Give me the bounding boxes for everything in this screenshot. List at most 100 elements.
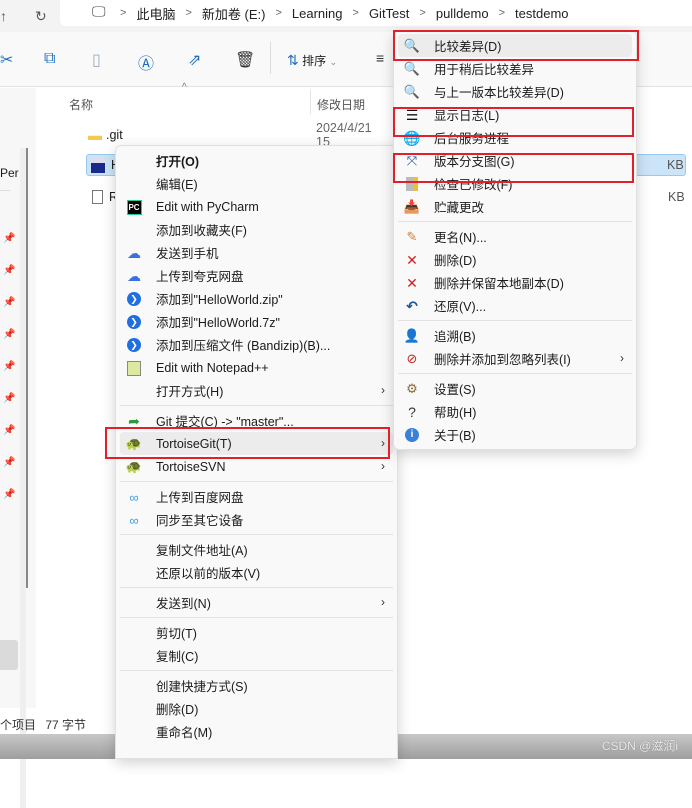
menu-item[interactable]: 剪切(T): [120, 621, 393, 644]
menu-item[interactable]: ❯ 添加到压缩文件 (Bandizip)(B)...: [120, 333, 393, 356]
pin-icon: 📌: [3, 393, 16, 404]
menu-item[interactable]: 还原以前的版本(V): [120, 561, 393, 584]
menu-item[interactable]: 🔍 比较差异(D): [398, 34, 632, 57]
menu-item[interactable]: ⊘ 删除并添加到忽略列表(I) ›: [398, 347, 632, 370]
menu-separator: [120, 481, 393, 482]
breadcrumb-item[interactable]: testdemo: [515, 6, 568, 21]
pin-icon: 📌: [3, 457, 16, 468]
nav-scrollbar[interactable]: [20, 148, 28, 808]
refresh-icon[interactable]: ↻: [35, 8, 47, 25]
menu-item[interactable]: Edit with Notepad++: [120, 356, 393, 379]
pin-icon: 📌: [3, 233, 16, 244]
breadcrumb-item[interactable]: Learning: [292, 6, 343, 21]
menu-item[interactable]: 打开(O): [120, 149, 393, 172]
menu-item[interactable]: 🐢 TortoiseGit(T) ›: [120, 432, 393, 455]
menu-item[interactable]: ❯ 添加到"HelloWorld.zip": [120, 287, 393, 310]
navigation-pane: Per 📌 📌 📌 📌 📌 📌 📌 📌 📌: [0, 88, 36, 808]
rename-icon[interactable]: Ⓐ: [138, 50, 154, 74]
file-size: KB: [668, 190, 685, 204]
menu-item[interactable]: 复制文件地址(A): [120, 538, 393, 561]
nav-item-label[interactable]: Per: [0, 166, 19, 180]
menu-item-label: 追溯(B): [434, 330, 476, 344]
delete-icon: ✕: [406, 274, 418, 291]
menu-item[interactable]: 👤 追溯(B): [398, 324, 632, 347]
menu-item[interactable]: 打开方式(H) ›: [120, 379, 393, 402]
tortoisegit-icon: 🐢: [125, 436, 143, 451]
menu-item[interactable]: i 关于(B): [398, 423, 632, 446]
menu-item-label: 添加到压缩文件 (Bandizip)(B)...: [156, 339, 331, 353]
menu-item[interactable]: ❯ 添加到"HelloWorld.7z": [120, 310, 393, 333]
menu-item-label: 复制(C): [156, 650, 199, 664]
chevron-down-icon: ⌄: [329, 57, 337, 67]
menu-item-label: TortoiseSVN: [156, 459, 226, 474]
menu-separator: [120, 405, 393, 406]
menu-item[interactable]: ✕ 删除(D): [398, 248, 632, 271]
menu-item[interactable]: ? 帮助(H): [398, 400, 632, 423]
cut-icon[interactable]: ✂: [0, 50, 13, 70]
paste-icon[interactable]: ▯: [92, 50, 101, 70]
menu-item[interactable]: ⚙ 设置(S): [398, 377, 632, 400]
menu-item[interactable]: 删除(D): [120, 697, 393, 720]
menu-item[interactable]: 编辑(E): [120, 172, 393, 195]
menu-item[interactable]: 检查已修改(F): [398, 172, 632, 195]
file-row[interactable]: ▬ .git 2024/4/21 15: [88, 121, 372, 149]
menu-item[interactable]: 重命名(M): [120, 720, 393, 743]
bandizip-icon: ❯: [125, 290, 143, 308]
menu-item[interactable]: ∞ 同步至其它设备: [120, 508, 393, 531]
chevron-right-icon: >: [275, 7, 282, 19]
breadcrumb-item[interactable]: 新加卷 (E:): [202, 4, 266, 23]
file-size: KB: [667, 158, 684, 172]
context-menu: 打开(O) 编辑(E) PC Edit with PyCharm 添加到收藏夹(F) ☁ 发…: [115, 145, 398, 759]
chevron-right-icon: ›: [381, 595, 385, 609]
menu-item[interactable]: 📥 贮藏更改: [398, 195, 632, 218]
menu-item-label: 打开(O): [156, 155, 200, 169]
menu-item[interactable]: 🌐 后台服务进程: [398, 126, 632, 149]
nav-item-selected[interactable]: [0, 640, 18, 670]
menu-item[interactable]: 创建快捷方式(S): [120, 674, 393, 697]
git-commit-icon: ➦: [128, 412, 140, 429]
column-header-name[interactable]: 名称: [69, 96, 93, 113]
menu-item-label: 还原(V)...: [434, 300, 487, 314]
column-header-modified[interactable]: 修改日期: [317, 96, 365, 113]
view-icon[interactable]: ≡: [376, 50, 384, 66]
menu-item[interactable]: ✕ 删除并保留本地副本(D): [398, 271, 632, 294]
revert-icon: ↶: [406, 297, 418, 314]
rename-icon: ✎: [406, 229, 418, 244]
menu-item[interactable]: ↶ 还原(V)...: [398, 294, 632, 317]
chevron-right-icon: >: [185, 7, 192, 19]
menu-item[interactable]: 发送到(N) ›: [120, 591, 393, 614]
breadcrumb-item[interactable]: pulldemo: [436, 6, 489, 21]
menu-item-label: 删除(D): [156, 703, 199, 717]
copy-icon[interactable]: ⧉: [44, 50, 55, 68]
sort-button[interactable]: ⇅ 排序 ⌄: [287, 52, 337, 69]
menu-item[interactable]: ➦ Git 提交(C) -> "master"...: [120, 409, 393, 432]
menu-separator: [398, 373, 632, 374]
blame-icon: 👤: [403, 328, 421, 343]
sort-up-icon: ^: [182, 82, 187, 93]
diff-icon: 🔍: [403, 38, 421, 53]
menu-item[interactable]: ☰ 显示日志(L): [398, 103, 632, 126]
menu-item-label: Git 提交(C) -> "master"...: [156, 415, 294, 429]
globe-icon: 🌐: [403, 129, 421, 146]
menu-item[interactable]: ∞ 上传到百度网盘: [120, 485, 393, 508]
menu-item-label: 编辑(E): [156, 178, 198, 192]
menu-item[interactable]: 🔍 与上一版本比较差异(D): [398, 80, 632, 103]
up-arrow-icon[interactable]: ↑: [0, 8, 7, 24]
bandizip-icon: ❯: [125, 336, 143, 354]
menu-item[interactable]: PC Edit with PyCharm: [120, 195, 393, 218]
menu-item[interactable]: ☁ 发送到手机: [120, 241, 393, 264]
menu-item[interactable]: ✎ 更名(N)...: [398, 225, 632, 248]
menu-item[interactable]: 添加到收藏夹(F): [120, 218, 393, 241]
breadcrumb[interactable]: 🖵 > 此电脑 > 新加卷 (E:) > Learning > GitTest …: [60, 0, 692, 26]
file-name: .git: [106, 128, 123, 142]
breadcrumb-item[interactable]: 此电脑: [136, 4, 175, 23]
menu-item[interactable]: 🔍 用于稍后比较差异: [398, 57, 632, 80]
menu-item[interactable]: 🐢 TortoiseSVN ›: [120, 455, 393, 478]
menu-item[interactable]: ☁ 上传到夸克网盘: [120, 264, 393, 287]
menu-item-label: 发送到手机: [156, 247, 219, 261]
breadcrumb-item[interactable]: GitTest: [369, 6, 409, 21]
menu-item[interactable]: 复制(C): [120, 644, 393, 667]
share-icon[interactable]: ⇗: [188, 50, 201, 70]
menu-item[interactable]: ⤧ 版本分支图(G): [398, 149, 632, 172]
delete-icon[interactable]: 🗑: [235, 50, 255, 70]
